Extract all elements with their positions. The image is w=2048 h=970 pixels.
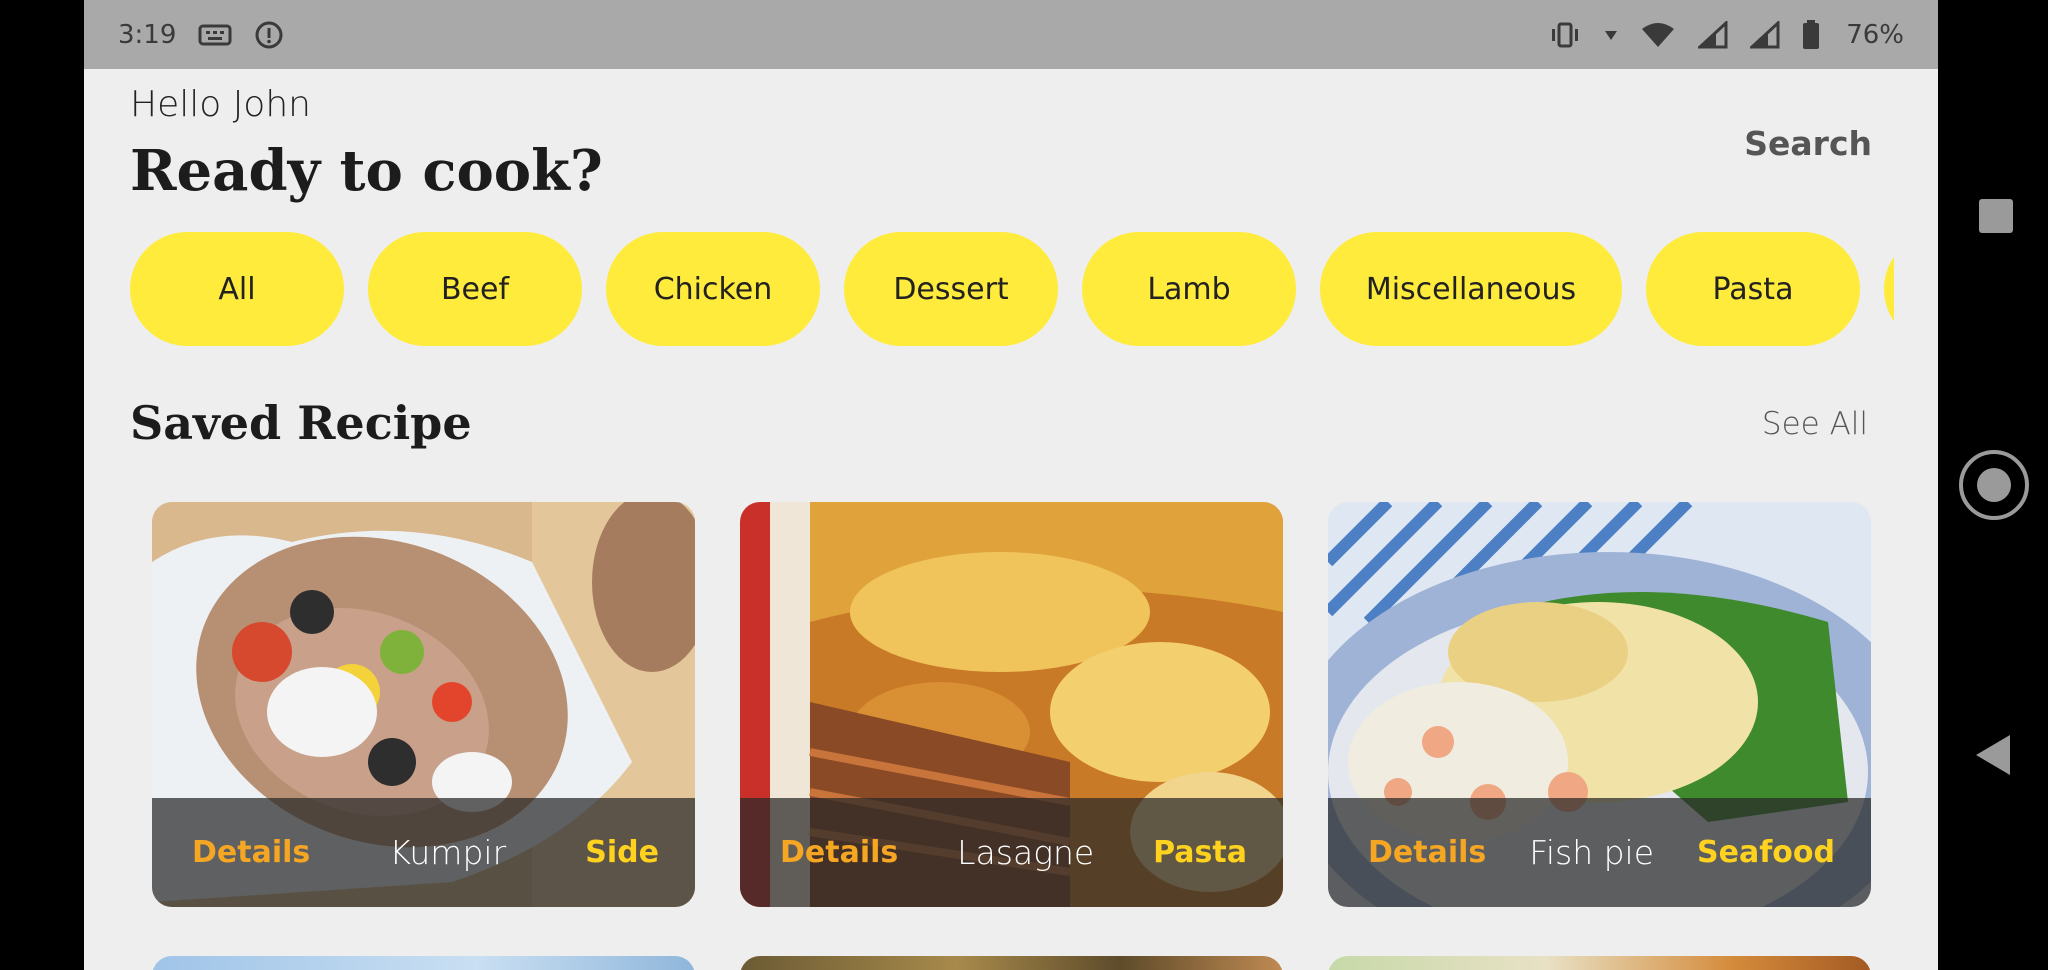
keyboard-icon	[198, 23, 232, 47]
recipe-name: Kumpir	[389, 833, 507, 872]
section-title-saved: Saved Recipe	[130, 396, 472, 450]
recipe-category: Pasta	[1153, 835, 1247, 870]
status-bar: 3:19 76%	[84, 0, 1938, 69]
recipe-name: Fish pie	[1529, 833, 1655, 872]
recipe-card-footer: Details Kumpir Side	[152, 798, 695, 907]
back-icon[interactable]	[1976, 735, 2010, 775]
battery-percent: 76%	[1846, 19, 1904, 50]
recipe-card-peek[interactable]	[740, 956, 1283, 970]
home-icon[interactable]	[1959, 450, 2029, 520]
details-button[interactable]: Details	[1368, 835, 1486, 870]
info-icon	[254, 20, 284, 50]
recipe-card-footer: Details Lasagne Pasta	[740, 798, 1283, 907]
battery-icon	[1802, 19, 1820, 50]
recipe-card-peek[interactable]	[1328, 956, 1871, 970]
data-arrow-icon	[1604, 28, 1618, 42]
category-chip-dessert[interactable]: Dessert	[844, 232, 1058, 346]
recipe-name: Lasagne	[957, 833, 1095, 872]
app-screen: 3:19 76% Hello John Ready to cook? Searc…	[84, 0, 1938, 970]
recipe-card-kumpir[interactable]: Details Kumpir Side	[152, 502, 695, 907]
category-chip-all[interactable]: All	[130, 232, 344, 346]
recipe-card-footer: Details Fish pie Seafood	[1328, 798, 1871, 907]
category-chip-next[interactable]	[1884, 232, 1894, 346]
category-chip-miscellaneous[interactable]: Miscellaneous	[1320, 232, 1622, 346]
home-icon-dot	[1977, 468, 2011, 502]
greeting-text: Hello John	[130, 84, 311, 125]
signal-icon	[1698, 20, 1728, 49]
status-left: 3:19	[118, 20, 284, 50]
vibrate-icon	[1548, 21, 1582, 49]
category-chip-lamb[interactable]: Lamb	[1082, 232, 1296, 346]
category-chip-pasta[interactable]: Pasta	[1646, 232, 1860, 346]
details-button[interactable]: Details	[780, 835, 898, 870]
recipe-category: Seafood	[1697, 835, 1835, 870]
recipe-card-peek[interactable]	[152, 956, 695, 970]
recipe-category: Side	[585, 835, 659, 870]
recipe-card-fish-pie[interactable]: Details Fish pie Seafood	[1328, 502, 1871, 907]
page-title: Ready to cook?	[130, 138, 603, 204]
details-button[interactable]: Details	[192, 835, 310, 870]
category-chips: All Beef Chicken Dessert Lamb Miscellane…	[130, 232, 1894, 346]
category-chip-chicken[interactable]: Chicken	[606, 232, 820, 346]
search-button[interactable]: Search	[1744, 124, 1872, 163]
status-right: 76%	[1548, 19, 1904, 50]
category-chips-scroller[interactable]: All Beef Chicken Dessert Lamb Miscellane…	[84, 220, 1894, 360]
wifi-icon	[1640, 21, 1676, 49]
recents-icon[interactable]	[1979, 199, 2013, 233]
recipe-card-lasagne[interactable]: Details Lasagne Pasta	[740, 502, 1283, 907]
status-time: 3:19	[118, 19, 177, 50]
signal-icon	[1750, 20, 1780, 49]
category-chip-beef[interactable]: Beef	[368, 232, 582, 346]
see-all-link[interactable]: See All	[1762, 406, 1868, 442]
